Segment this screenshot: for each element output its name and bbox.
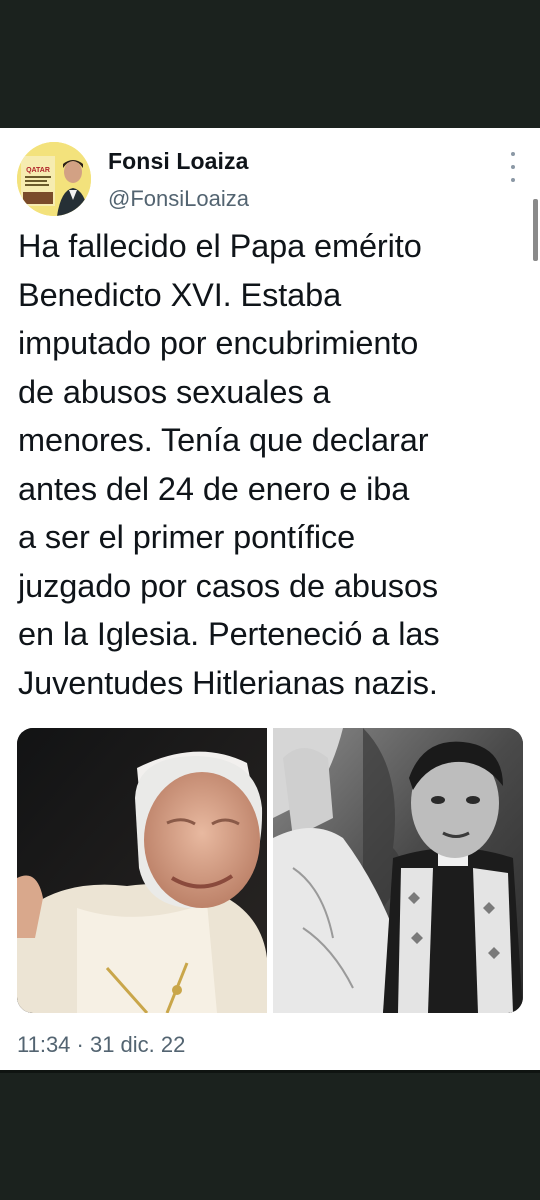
author-handle[interactable]: @FonsiLoaiza bbox=[108, 186, 249, 212]
author-name[interactable]: Fonsi Loaiza bbox=[108, 148, 249, 175]
photo-elderly-pope[interactable] bbox=[17, 728, 267, 1013]
author-avatar[interactable]: QATAR bbox=[17, 142, 91, 216]
top-dark-bar bbox=[0, 0, 540, 128]
photo-icon bbox=[17, 728, 267, 1013]
avatar-image: QATAR bbox=[17, 142, 91, 216]
divider bbox=[0, 1070, 540, 1073]
more-dot bbox=[511, 165, 515, 169]
tweet-text: Ha fallecido el Papa emérito Benedicto X… bbox=[18, 228, 440, 701]
tweet-timestamp[interactable]: 11:34 · 31 dic. 22 bbox=[17, 1032, 185, 1058]
bottom-dark-bar bbox=[0, 1070, 540, 1200]
more-vertical-icon[interactable] bbox=[500, 152, 526, 182]
photo-icon bbox=[273, 728, 523, 1013]
scrollbar[interactable] bbox=[533, 199, 538, 261]
avatar-book-title: QATAR bbox=[26, 167, 50, 174]
more-dot bbox=[511, 178, 515, 182]
more-dot bbox=[511, 152, 515, 156]
photo-young-priest-bw[interactable] bbox=[273, 728, 523, 1013]
